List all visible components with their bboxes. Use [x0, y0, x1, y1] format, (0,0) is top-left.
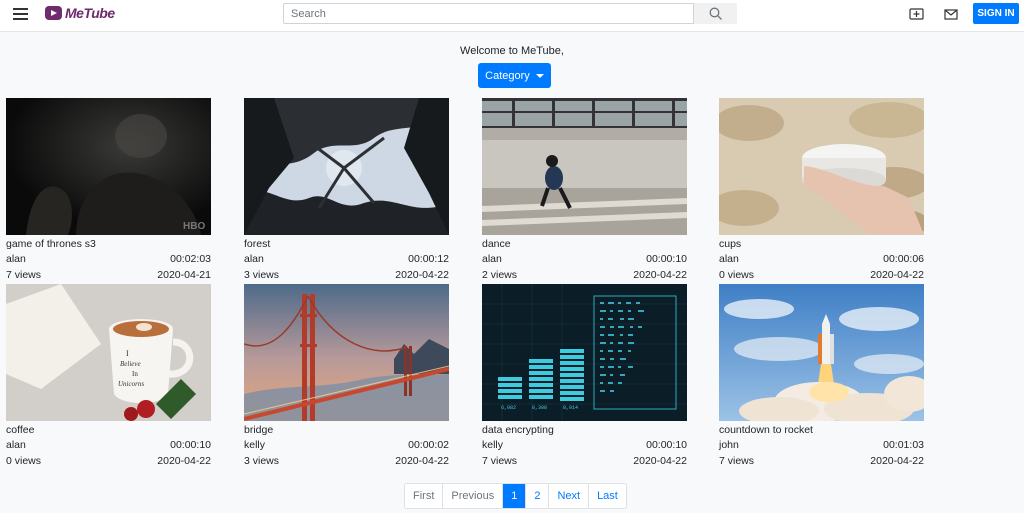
- video-date: 2020-04-21: [157, 269, 211, 281]
- video-author[interactable]: kelly: [244, 439, 265, 455]
- sign-in-button[interactable]: SIGN IN: [973, 3, 1019, 24]
- video-author[interactable]: alan: [482, 253, 502, 269]
- video-card[interactable]: I Believe In Unicorns coffee alan 00:00:1…: [6, 284, 211, 471]
- video-date: 2020-04-22: [870, 455, 924, 467]
- video-duration: 00:00:02: [408, 439, 449, 451]
- bar-value-label: 8,308: [532, 405, 547, 411]
- video-thumbnail[interactable]: HBO: [6, 98, 211, 235]
- video-title[interactable]: game of thrones s3: [6, 238, 211, 253]
- search-bar: [283, 3, 737, 24]
- video-date: 2020-04-22: [157, 455, 211, 467]
- video-date: 2020-04-22: [633, 455, 687, 467]
- page-previous[interactable]: Previous: [443, 484, 504, 508]
- mail-icon: [944, 8, 958, 20]
- video-thumbnail[interactable]: I Believe In Unicorns: [6, 284, 211, 421]
- video-author[interactable]: kelly: [482, 439, 503, 455]
- video-card[interactable]: dance alan 00:00:10 2 views 2020-04-22: [482, 98, 687, 285]
- welcome-message: Welcome to MeTube,: [460, 45, 564, 57]
- video-author[interactable]: alan: [6, 253, 26, 269]
- video-date: 2020-04-22: [395, 455, 449, 467]
- search-button[interactable]: [693, 3, 737, 24]
- top-navbar: MeTube SIGN IN: [0, 0, 1024, 32]
- mug-text-line: In: [132, 370, 138, 378]
- video-thumbnail[interactable]: [719, 284, 924, 421]
- video-thumbnail[interactable]: [244, 98, 449, 235]
- video-title[interactable]: cups: [719, 238, 924, 253]
- video-title[interactable]: bridge: [244, 424, 449, 439]
- page-last[interactable]: Last: [589, 484, 626, 508]
- video-card[interactable]: bridge kelly 00:00:02 3 views 2020-04-22: [244, 284, 449, 471]
- mug-text-line: Unicorns: [118, 380, 144, 388]
- video-duration: 00:00:10: [646, 439, 687, 451]
- page-first[interactable]: First: [405, 484, 444, 508]
- page-2[interactable]: 2: [526, 484, 550, 508]
- page-next[interactable]: Next: [549, 484, 590, 508]
- video-thumbnail[interactable]: [244, 284, 449, 421]
- video-title[interactable]: data encrypting: [482, 424, 687, 439]
- video-duration: 00:00:10: [170, 439, 211, 451]
- pagination: First Previous 1 2 Next Last: [404, 483, 627, 509]
- video-date: 2020-04-22: [870, 269, 924, 281]
- video-card[interactable]: forest alan 00:00:12 3 views 2020-04-22: [244, 98, 449, 285]
- video-duration: 00:01:03: [883, 439, 924, 451]
- video-views: 0 views: [6, 455, 42, 467]
- video-views: 3 views: [244, 455, 280, 467]
- logo-text: MeTube: [65, 5, 115, 21]
- video-author[interactable]: alan: [244, 253, 264, 269]
- bar-value-label: 6,082: [501, 405, 516, 411]
- video-title[interactable]: coffee: [6, 424, 211, 439]
- mug-text-line: Believe: [120, 360, 141, 368]
- video-views: 0 views: [719, 269, 755, 281]
- caret-down-icon: [535, 73, 544, 78]
- video-views: 3 views: [244, 269, 280, 281]
- menu-icon[interactable]: [13, 8, 28, 20]
- upload-video-button[interactable]: [908, 6, 924, 22]
- page-1[interactable]: 1: [503, 484, 527, 508]
- category-label: Category: [485, 69, 530, 82]
- video-thumbnail[interactable]: [719, 98, 924, 235]
- messages-button[interactable]: [943, 6, 959, 22]
- video-views: 7 views: [6, 269, 42, 281]
- search-icon: [709, 7, 722, 20]
- video-views: 7 views: [482, 455, 518, 467]
- metube-logo[interactable]: MeTube: [45, 5, 115, 21]
- video-views: 2 views: [482, 269, 518, 281]
- video-title[interactable]: forest: [244, 238, 449, 253]
- video-author[interactable]: alan: [719, 253, 739, 269]
- video-card[interactable]: countdown to rocket john 00:01:03 7 views…: [719, 284, 924, 471]
- mug-text-line: I: [126, 349, 129, 358]
- video-title[interactable]: dance: [482, 238, 687, 253]
- video-date: 2020-04-22: [395, 269, 449, 281]
- video-upload-icon: [908, 8, 924, 20]
- hbo-watermark: HBO: [183, 221, 205, 232]
- video-duration: 00:00:10: [646, 253, 687, 265]
- play-logo-icon: [45, 6, 62, 20]
- video-duration: 00:02:03: [170, 253, 211, 265]
- video-card[interactable]: cups alan 00:00:06 0 views 2020-04-22: [719, 98, 924, 285]
- video-views: 7 views: [719, 455, 755, 467]
- video-thumbnail[interactable]: 6,082 8,308 8,914: [482, 284, 687, 421]
- search-input[interactable]: [284, 4, 693, 23]
- category-dropdown[interactable]: Category: [478, 63, 551, 88]
- video-duration: 00:00:06: [883, 253, 924, 265]
- video-thumbnail[interactable]: [482, 98, 687, 235]
- bar-value-label: 8,914: [563, 405, 578, 411]
- video-title[interactable]: countdown to rocket: [719, 424, 924, 439]
- video-author[interactable]: alan: [6, 439, 26, 455]
- video-date: 2020-04-22: [633, 269, 687, 281]
- video-author[interactable]: john: [719, 439, 739, 455]
- video-card[interactable]: HBO game of thrones s3 alan 00:02:03 7 vi…: [6, 98, 211, 285]
- video-card[interactable]: 6,082 8,308 8,914 data encrypting kelly 0…: [482, 284, 687, 471]
- video-duration: 00:00:12: [408, 253, 449, 265]
